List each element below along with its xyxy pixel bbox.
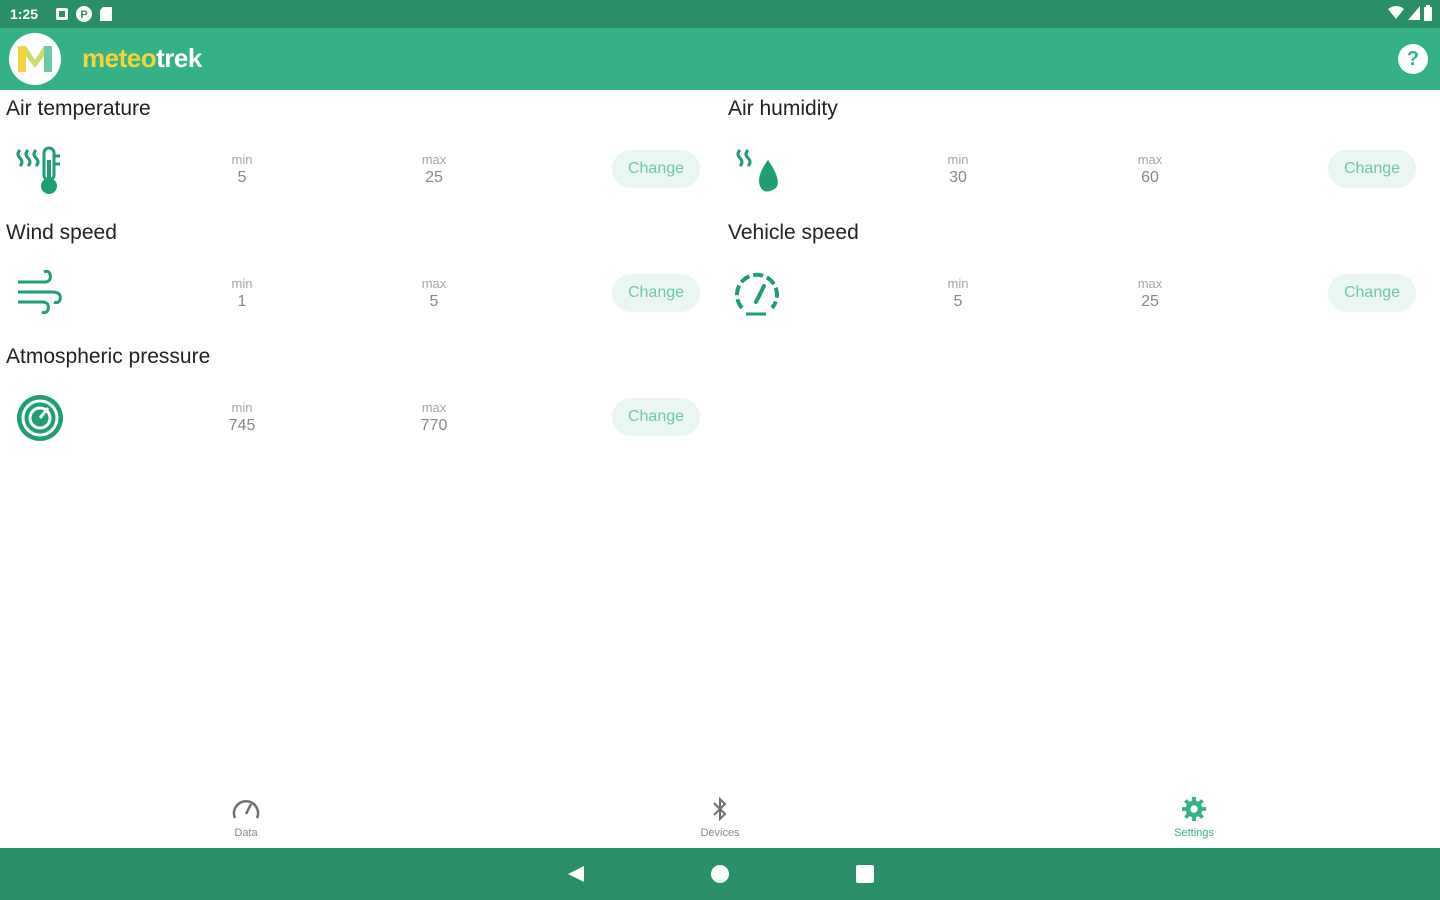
cell-signal-icon <box>1408 6 1420 20</box>
change-button[interactable]: Change <box>612 274 700 312</box>
max-block: max 25 <box>404 152 464 187</box>
card-title: Vehicle speed <box>728 221 859 244</box>
min-value: 745 <box>228 417 256 434</box>
card-vehicle-speed: Vehicle speed min 5 max 25 Change <box>722 214 1440 338</box>
wifi-icon <box>1388 6 1404 19</box>
min-block: min 745 <box>212 400 272 435</box>
card-atmospheric-pressure: Atmospheric pressure min 745 max 770 Cha… <box>0 338 720 462</box>
gauge-icon <box>232 800 260 819</box>
min-label: min <box>947 152 969 167</box>
max-label: max <box>421 400 447 415</box>
brand-part-1: meteo <box>82 43 157 73</box>
max-block: max 5 <box>404 276 464 311</box>
max-label: max <box>1137 152 1163 167</box>
logo-m-icon <box>18 46 52 72</box>
nav-label-settings: Settings <box>1174 827 1214 839</box>
min-label: min <box>947 276 969 291</box>
nav-label-data: Data <box>234 827 258 839</box>
min-value: 5 <box>953 293 963 310</box>
svg-text:P: P <box>80 9 87 21</box>
card-title: Air humidity <box>728 97 838 120</box>
app-brand: meteotrek <box>82 43 202 74</box>
min-value: 5 <box>237 169 247 186</box>
min-label: min <box>231 152 253 167</box>
min-block: min 5 <box>928 276 988 311</box>
back-icon[interactable] <box>566 864 586 884</box>
max-block: max 770 <box>404 400 464 435</box>
nav-item-settings[interactable]: Settings <box>1134 796 1254 839</box>
bottom-navigation: Data Devices Settings <box>0 792 1440 848</box>
min-label: min <box>231 276 253 291</box>
battery-icon <box>1424 5 1432 21</box>
max-label: max <box>421 276 447 291</box>
brand-part-2: trek <box>156 43 202 73</box>
system-navigation-bar <box>0 848 1440 900</box>
change-button[interactable]: Change <box>612 150 700 188</box>
min-value: 30 <box>949 169 967 186</box>
card-title: Atmospheric pressure <box>6 345 211 368</box>
max-block: max 60 <box>1120 152 1180 187</box>
max-value: 770 <box>420 417 448 434</box>
notification-icon <box>56 8 69 20</box>
home-icon[interactable] <box>710 864 730 884</box>
min-block: min 5 <box>212 152 272 187</box>
max-value: 25 <box>425 169 443 186</box>
pinterest-icon: P <box>76 6 93 22</box>
card-air-temperature: Air temperature min 5 max 25 Change <box>0 90 720 214</box>
max-block: max 25 <box>1120 276 1180 311</box>
nav-item-devices[interactable]: Devices <box>660 796 780 839</box>
wind-icon <box>18 269 62 315</box>
bluetooth-icon <box>713 796 727 822</box>
status-bar: 1:25 P <box>0 0 1440 28</box>
min-value: 1 <box>237 293 247 310</box>
speedometer-icon <box>735 272 779 316</box>
recents-icon[interactable] <box>855 864 875 884</box>
max-value: 5 <box>429 293 439 310</box>
nav-label-devices: Devices <box>700 827 740 839</box>
change-button[interactable]: Change <box>612 398 700 436</box>
gear-icon <box>1181 796 1207 822</box>
help-icon: ? <box>1406 47 1420 70</box>
change-button[interactable]: Change <box>1328 150 1416 188</box>
humidity-drop-icon <box>736 148 778 192</box>
sd-card-icon <box>100 7 113 21</box>
app-bar: meteotrek ? <box>0 28 1440 90</box>
max-value: 25 <box>1141 293 1159 310</box>
max-label: max <box>1137 276 1163 291</box>
max-value: 60 <box>1141 169 1159 186</box>
help-button[interactable]: ? <box>1398 44 1428 74</box>
card-title: Air temperature <box>6 97 151 120</box>
status-time: 1:25 <box>10 6 39 22</box>
thermometer-icon <box>16 146 60 194</box>
card-air-humidity: Air humidity min 30 max 60 Change <box>722 90 1440 214</box>
app-logo <box>9 33 61 85</box>
card-title: Wind speed <box>6 221 117 244</box>
card-wind-speed: Wind speed min 1 max 5 Change <box>0 214 720 338</box>
min-label: min <box>231 400 253 415</box>
change-button[interactable]: Change <box>1328 274 1416 312</box>
barometer-icon <box>17 395 63 441</box>
min-block: min 30 <box>928 152 988 187</box>
min-block: min 1 <box>212 276 272 311</box>
max-label: max <box>421 152 447 167</box>
nav-item-data[interactable]: Data <box>186 796 306 839</box>
